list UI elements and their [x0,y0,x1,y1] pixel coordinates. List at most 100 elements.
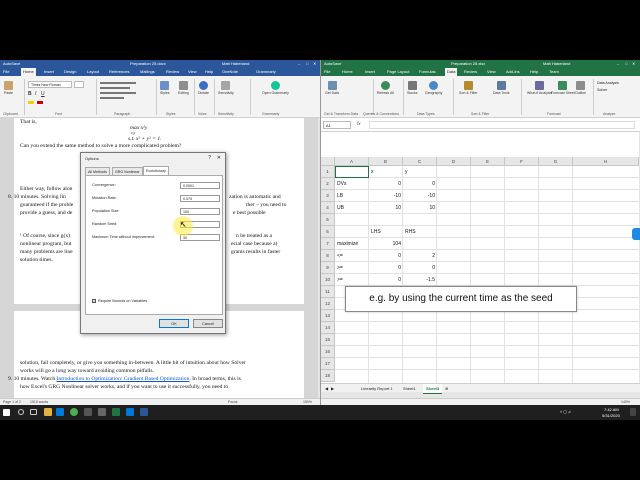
cell-c2[interactable]: 0 [403,178,435,190]
cell-b1[interactable]: x [371,166,374,178]
row-header[interactable]: 6 [321,226,335,238]
tab-references[interactable]: References [109,68,129,76]
data-analysis-button[interactable]: Data Analysis [597,81,619,85]
select-all-corner[interactable] [321,157,335,166]
row-header[interactable]: 14 [321,322,335,334]
search-icon[interactable] [18,409,24,415]
row-header[interactable]: 8 [321,250,335,262]
column-header[interactable]: G [539,157,573,166]
bold-icon[interactable]: B [28,91,32,97]
cell-c4[interactable]: 10 [403,202,435,214]
autosave-label[interactable]: AutoSave [3,60,20,68]
solver-button[interactable]: Solver [597,88,607,92]
name-box[interactable]: A1 [323,121,351,129]
tab-data[interactable]: Data [445,68,458,76]
convergence-input[interactable] [180,182,220,189]
font-color-icon[interactable] [37,101,43,104]
column-header[interactable]: D [437,157,471,166]
cell-c6[interactable]: RHS [405,226,416,238]
cell-a10[interactable]: >= [337,274,343,286]
row-header[interactable]: 12 [321,298,335,310]
styles-button[interactable]: Styles [160,81,170,95]
row-header[interactable]: 1 [321,166,335,178]
close-icon[interactable]: ✕ [313,60,316,68]
tab-home[interactable]: Home [342,68,353,76]
cell-b4[interactable]: 10 [369,202,401,214]
excel-taskbar-icon[interactable] [112,408,120,416]
font-size-select[interactable] [74,81,84,88]
prev-sheet-icon[interactable]: ◀ [325,384,328,393]
selected-cell[interactable] [335,166,369,178]
stocks-button[interactable]: Stocks [407,81,418,95]
tab-all-methods[interactable]: All Methods [85,167,110,175]
cell-b2[interactable]: 0 [369,178,401,190]
tab-home[interactable]: Home [21,68,36,76]
forecast-sheet-button[interactable]: Forecast Sheet [551,81,575,95]
cell-a7[interactable]: maximize [337,238,358,250]
row-header[interactable]: 11 [321,286,335,298]
cell-b9[interactable]: 0 [369,262,401,274]
row-header[interactable]: 17 [321,358,335,370]
underline-icon[interactable]: U [41,91,45,97]
row-header[interactable]: 10 [321,274,335,286]
notification-icon[interactable] [630,408,636,416]
maximize-icon[interactable]: □ [625,60,627,68]
task-view-icon[interactable] [30,409,37,415]
dropbox-icon[interactable] [632,228,640,240]
tab-formulas[interactable]: Formulas [419,68,436,76]
formula-input[interactable] [369,121,635,129]
column-header[interactable]: E [471,157,505,166]
row-header[interactable]: 9 [321,262,335,274]
row-header[interactable]: 13 [321,310,335,322]
open-grammarly-button[interactable]: Open Grammarly [262,81,289,95]
tab-grammarly[interactable]: Grammarly [256,68,276,76]
file-explorer-icon[interactable] [44,408,52,416]
tab-onenote[interactable]: OneNote [222,68,238,76]
windows-start-icon[interactable] [3,409,10,416]
cell-b3[interactable]: -10 [369,190,401,202]
row-header[interactable]: 4 [321,202,335,214]
outline-button[interactable]: Outline [575,81,586,95]
tab-file[interactable]: File [324,68,330,76]
cell-c8[interactable]: 2 [403,250,435,262]
word-user-name[interactable]: Matt Haberland [222,60,249,68]
clock-time[interactable]: 7:42 AM [604,407,619,412]
video-link[interactable]: Introduction to Optimization: Gradient B… [57,376,190,382]
tab-mailings[interactable]: Mailings [140,68,155,76]
word-taskbar-icon[interactable] [140,408,148,416]
population-size-input[interactable] [180,208,220,215]
row-header[interactable]: 15 [321,334,335,346]
next-sheet-icon[interactable]: ▶ [331,384,334,393]
paste-button[interactable]: Paste [4,81,13,95]
close-icon[interactable]: ✕ [632,60,635,68]
cell-a2[interactable]: DVs [337,178,346,190]
tab-design[interactable]: Design [64,68,76,76]
dictate-button[interactable]: Dictate [198,81,209,95]
column-header[interactable]: C [403,157,437,166]
paragraph-controls[interactable] [100,82,136,102]
row-header[interactable]: 5 [321,214,335,226]
row-header[interactable]: 7 [321,238,335,250]
help-icon[interactable]: ? [208,155,211,161]
sheet-tab-sheet3[interactable]: Sheet3 [423,384,443,394]
editing-button[interactable]: Editing [178,81,189,95]
ok-button[interactable]: OK [159,319,189,328]
cell-a4[interactable]: UB [337,202,344,214]
row-header[interactable]: 3 [321,190,335,202]
tab-review[interactable]: Review [464,68,477,76]
chrome-icon[interactable] [70,408,78,416]
excel-user-name[interactable]: Matt Haberland [543,60,570,68]
cell-a9[interactable]: >= [337,262,343,274]
cell-c10[interactable]: -1.5 [403,274,435,286]
row-header[interactable]: 2 [321,178,335,190]
refresh-all-button[interactable]: Refresh All [377,81,394,95]
column-header[interactable]: H [573,157,639,166]
function-icon[interactable]: fx [357,121,361,126]
cell-c1[interactable]: y [405,166,408,178]
minimize-icon[interactable]: – [617,60,619,68]
tab-help[interactable]: Help [205,68,213,76]
sheet-tab-sheet1[interactable]: Sheet1 [403,384,416,393]
sensitivity-button[interactable]: Sensitivity [218,81,234,95]
tab-view[interactable]: View [487,68,496,76]
italic-icon[interactable]: I [35,91,36,97]
